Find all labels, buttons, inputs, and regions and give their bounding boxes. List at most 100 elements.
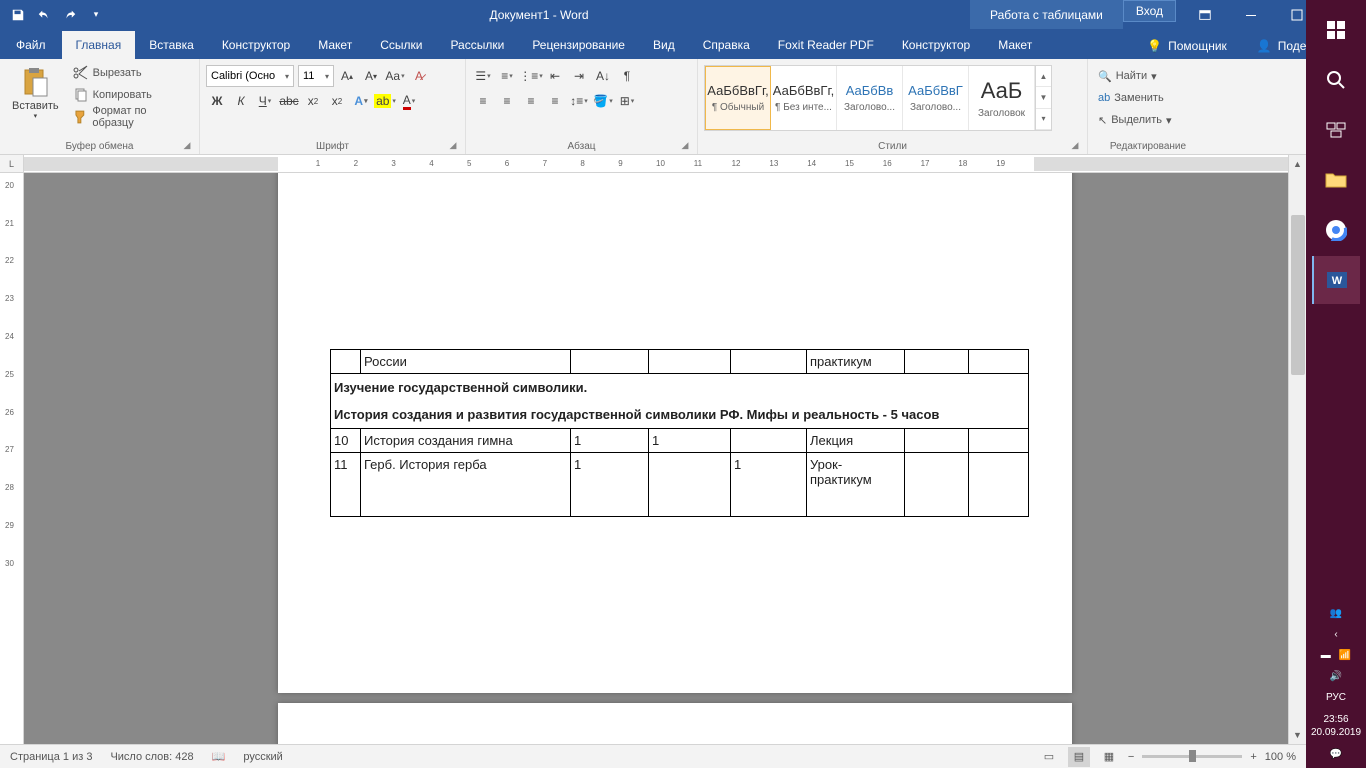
zoom-out-button[interactable]: − <box>1128 751 1134 763</box>
scroll-up-button[interactable]: ▲ <box>1289 155 1306 173</box>
superscript-button[interactable]: x2 <box>326 90 348 112</box>
tab-references[interactable]: Ссылки <box>366 31 436 59</box>
battery-icon[interactable]: ▬ <box>1321 650 1331 661</box>
tab-mailings[interactable]: Рассылки <box>436 31 518 59</box>
volume-icon[interactable]: 🔊 <box>1330 671 1342 682</box>
clipboard-launcher[interactable]: ◢ <box>181 140 193 152</box>
multilevel-list-button[interactable]: ⋮≡▾ <box>520 65 542 87</box>
underline-button[interactable]: Ч▾ <box>254 90 276 112</box>
paragraph-launcher[interactable]: ◢ <box>679 140 691 152</box>
align-right-button[interactable]: ≡ <box>520 90 542 112</box>
tray-chevron-icon[interactable]: ‹ <box>1334 629 1337 640</box>
file-explorer-button[interactable] <box>1312 156 1360 204</box>
scroll-thumb[interactable] <box>1291 215 1305 375</box>
tab-review[interactable]: Рецензирование <box>518 31 639 59</box>
print-layout-button[interactable]: ▤ <box>1068 747 1090 767</box>
vertical-scrollbar[interactable]: ▲ ▼ <box>1288 155 1306 744</box>
login-button[interactable]: Вход <box>1123 0 1176 22</box>
style-item[interactable]: АаБбВвЗаголово... <box>837 66 903 130</box>
search-button[interactable] <box>1312 56 1360 104</box>
vertical-ruler[interactable]: 2021222324252627282930 <box>0 173 24 744</box>
zoom-slider[interactable] <box>1142 755 1242 758</box>
document-area[interactable]: России практикум Изучение государственно… <box>24 173 1348 744</box>
tab-layout[interactable]: Макет <box>304 31 366 59</box>
increase-indent-button[interactable]: ⇥ <box>568 65 590 87</box>
bold-button[interactable]: Ж <box>206 90 228 112</box>
font-name-combo[interactable]: Calibri (Осно▾ <box>206 65 294 87</box>
borders-button[interactable]: ⊞▾ <box>616 90 638 112</box>
language-indicator[interactable]: русский <box>243 751 282 763</box>
line-spacing-button[interactable]: ↕≡▾ <box>568 90 590 112</box>
minimize-button[interactable] <box>1228 0 1274 29</box>
tab-home[interactable]: Главная <box>62 31 136 59</box>
word-count[interactable]: Число слов: 428 <box>110 751 193 763</box>
table-row[interactable]: 11 Герб. История герба 1 1 Урок-практику… <box>331 453 1029 517</box>
decrease-indent-button[interactable]: ⇤ <box>544 65 566 87</box>
bullets-button[interactable]: ☰▾ <box>472 65 494 87</box>
gallery-down[interactable]: ▼ <box>1036 87 1051 108</box>
find-button[interactable]: 🔍Найти▾ <box>1094 65 1161 87</box>
style-item[interactable]: АаБЗаголовок <box>969 66 1035 130</box>
copy-button[interactable]: Копировать <box>69 84 193 106</box>
subscript-button[interactable]: x2 <box>302 90 324 112</box>
tab-view[interactable]: Вид <box>639 31 689 59</box>
italic-button[interactable]: К <box>230 90 252 112</box>
ruler-corner[interactable]: L <box>0 155 24 173</box>
clock[interactable]: 23:56 20.09.2019 <box>1311 713 1361 739</box>
proofing-icon[interactable]: 📖 <box>212 750 226 763</box>
strikethrough-button[interactable]: abc <box>278 90 300 112</box>
keyboard-lang[interactable]: РУС <box>1326 692 1346 703</box>
word-button[interactable]: W <box>1312 256 1360 304</box>
cut-button[interactable]: Вырезать <box>69 62 193 84</box>
page-indicator[interactable]: Страница 1 из 3 <box>10 751 92 763</box>
gallery-up[interactable]: ▲ <box>1036 66 1051 87</box>
shrink-font-button[interactable]: A▾ <box>360 65 382 87</box>
font-launcher[interactable]: ◢ <box>447 140 459 152</box>
highlight-button[interactable]: ab▾ <box>374 90 396 112</box>
task-view-button[interactable] <box>1312 106 1360 154</box>
save-button[interactable] <box>6 3 30 27</box>
select-button[interactable]: ↖Выделить▾ <box>1094 109 1176 131</box>
tab-foxit[interactable]: Foxit Reader PDF <box>764 31 888 59</box>
ribbon-display-options[interactable] <box>1182 0 1228 29</box>
tab-table-layout[interactable]: Макет <box>984 31 1046 59</box>
font-color-button[interactable]: A▾ <box>398 90 420 112</box>
chrome-button[interactable] <box>1312 206 1360 254</box>
wifi-icon[interactable]: 📶 <box>1339 650 1351 661</box>
start-button[interactable] <box>1312 6 1360 54</box>
style-item[interactable]: АаБбВвГг,¶ Обычный <box>705 66 771 130</box>
font-size-combo[interactable]: 11▾ <box>298 65 334 87</box>
grow-font-button[interactable]: A▴ <box>336 65 358 87</box>
numbering-button[interactable]: ≡▾ <box>496 65 518 87</box>
table-section-header[interactable]: Изучение государственной символики. Исто… <box>331 374 1029 429</box>
zoom-in-button[interactable]: + <box>1250 751 1256 763</box>
align-left-button[interactable]: ≡ <box>472 90 494 112</box>
replace-button[interactable]: abЗаменить <box>1094 87 1168 109</box>
style-item[interactable]: АаБбВвГг,¶ Без инте... <box>771 66 837 130</box>
document-table-1[interactable]: России практикум Изучение государственно… <box>330 349 1029 517</box>
style-item[interactable]: АаБбВвГЗаголово... <box>903 66 969 130</box>
styles-gallery[interactable]: АаБбВвГг,¶ ОбычныйАаБбВвГг,¶ Без инте...… <box>704 65 1052 131</box>
tab-insert[interactable]: Вставка <box>135 31 208 59</box>
horizontal-ruler[interactable]: 12345678910111213141516171819 <box>24 155 1366 173</box>
sort-button[interactable]: A↓ <box>592 65 614 87</box>
web-layout-button[interactable]: ▦ <box>1098 747 1120 767</box>
tab-design[interactable]: Конструктор <box>208 31 304 59</box>
text-effects-button[interactable]: A▾ <box>350 90 372 112</box>
qat-customize[interactable]: ▾ <box>84 3 108 27</box>
align-center-button[interactable]: ≡ <box>496 90 518 112</box>
gallery-more[interactable]: ▾ <box>1036 109 1051 130</box>
table-row[interactable]: России практикум <box>331 350 1029 374</box>
format-painter-button[interactable]: Формат по образцу <box>69 106 193 128</box>
show-marks-button[interactable]: ¶ <box>616 65 638 87</box>
redo-button[interactable] <box>58 3 82 27</box>
paste-button[interactable]: Вставить ▾ <box>6 62 65 124</box>
tab-file[interactable]: Файл <box>0 31 62 59</box>
clear-formatting-button[interactable]: A̷ <box>408 65 430 87</box>
table-row[interactable]: 10 История создания гимна 1 1 Лекция <box>331 429 1029 453</box>
justify-button[interactable]: ≡ <box>544 90 566 112</box>
action-center-icon[interactable]: 💬 <box>1330 749 1342 760</box>
undo-button[interactable] <box>32 3 56 27</box>
shading-button[interactable]: 🪣▾ <box>592 90 614 112</box>
people-icon[interactable]: 👥 <box>1330 608 1342 619</box>
